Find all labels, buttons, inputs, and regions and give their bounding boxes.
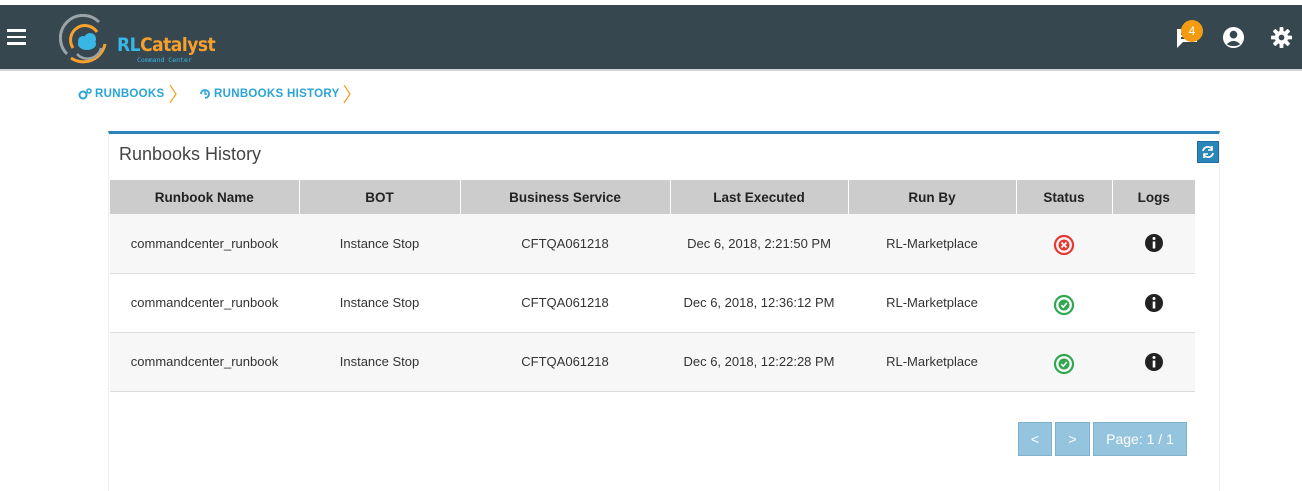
cell-status [1016, 214, 1112, 274]
chevron-right-icon [169, 84, 177, 104]
chevron-right-icon [343, 84, 351, 104]
info-icon[interactable] [1144, 293, 1164, 313]
app-logo[interactable]: RLCatalyst Command Center [59, 14, 219, 70]
cell-runbook-name: commandcenter_runbook [110, 273, 299, 333]
top-navigation-bar: RLCatalyst Command Center 4 [0, 5, 1302, 69]
cell-bot: Instance Stop [299, 332, 460, 392]
cell-business-service: CFTQA061218 [460, 273, 670, 333]
table-header-row: Runbook Name BOT Business Service Last E… [110, 180, 1195, 214]
topbar-divider [0, 69, 1302, 71]
table-row: commandcenter_runbook Instance Stop CFTQ… [110, 273, 1195, 333]
cell-run-by: RL-Marketplace [848, 214, 1016, 274]
cell-last-executed: Dec 6, 2018, 2:21:50 PM [670, 214, 848, 274]
cell-logs [1112, 273, 1195, 333]
cell-status [1016, 332, 1112, 392]
column-header-last-executed[interactable]: Last Executed [670, 180, 849, 214]
info-icon[interactable] [1144, 352, 1164, 372]
status-success-icon [1053, 294, 1075, 315]
previous-page-button[interactable]: < [1018, 422, 1052, 456]
column-header-runbook-name[interactable]: Runbook Name [110, 180, 300, 214]
breadcrumb-label: RUNBOOKS HISTORY [214, 88, 340, 100]
table-row: commandcenter_runbook Instance Stop CFTQ… [110, 214, 1195, 274]
logo-mark [59, 14, 107, 64]
cell-last-executed: Dec 6, 2018, 12:22:28 PM [670, 332, 848, 392]
cell-runbook-name: commandcenter_runbook [110, 214, 299, 274]
status-success-icon [1053, 353, 1075, 374]
logo-subtext: Command Center [137, 56, 192, 64]
info-icon[interactable] [1144, 233, 1164, 253]
cell-status [1016, 273, 1112, 333]
column-header-status[interactable]: Status [1016, 180, 1113, 214]
column-header-business-service[interactable]: Business Service [460, 180, 671, 214]
runbooks-history-panel: Runbooks History Runbook Name BOT Busine… [108, 131, 1220, 491]
column-header-logs[interactable]: Logs [1112, 180, 1195, 214]
cell-business-service: CFTQA061218 [460, 332, 670, 392]
panel-title: Runbooks History [119, 144, 262, 164]
cell-logs [1112, 332, 1195, 392]
next-page-button[interactable]: > [1055, 422, 1090, 456]
cell-logs [1112, 214, 1195, 274]
refresh-button[interactable] [1197, 141, 1219, 163]
status-failed-icon [1053, 235, 1075, 256]
cell-run-by: RL-Marketplace [848, 332, 1016, 392]
page-indicator: Page: 1 / 1 [1093, 422, 1187, 456]
refresh-icon [1202, 146, 1214, 158]
runbooks-history-table: Runbook Name BOT Business Service Last E… [110, 180, 1195, 392]
menu-icon[interactable] [7, 29, 27, 45]
logo-wordmark: RLCatalyst [117, 34, 216, 56]
column-header-run-by[interactable]: Run By [848, 180, 1017, 214]
cogs-icon [78, 88, 92, 100]
cell-business-service: CFTQA061218 [460, 214, 670, 274]
cell-runbook-name: commandcenter_runbook [110, 332, 299, 392]
cell-bot: Instance Stop [299, 273, 460, 333]
history-icon [200, 89, 210, 99]
table-row: commandcenter_runbook Instance Stop CFTQ… [110, 332, 1195, 392]
notification-count-badge[interactable]: 4 [1181, 20, 1203, 42]
cell-bot: Instance Stop [299, 214, 460, 274]
account-icon[interactable] [1222, 26, 1245, 49]
cell-run-by: RL-Marketplace [848, 273, 1016, 333]
breadcrumb-label: RUNBOOKS [95, 88, 165, 100]
cell-last-executed: Dec 6, 2018, 12:36:12 PM [670, 273, 848, 333]
column-header-bot[interactable]: BOT [299, 180, 461, 214]
settings-icon[interactable] [1270, 26, 1293, 49]
